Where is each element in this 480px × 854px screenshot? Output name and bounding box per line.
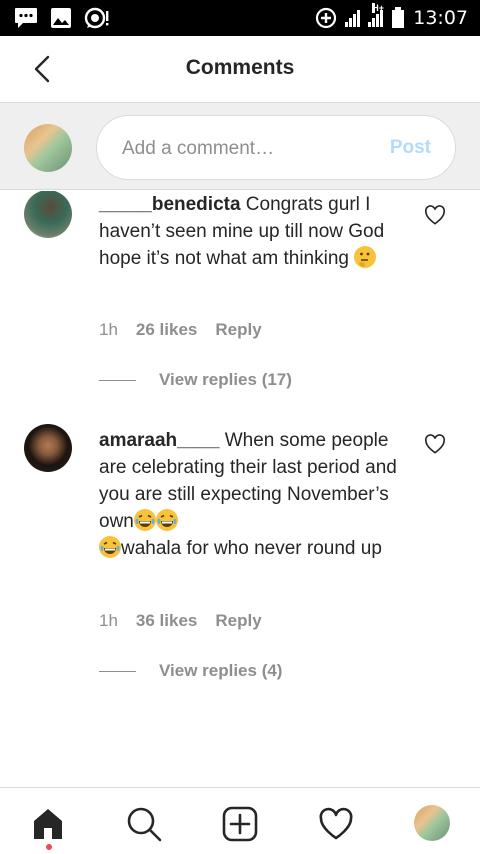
nav-activity[interactable] bbox=[316, 804, 356, 844]
comment-body: amaraah____ When some people are celebra… bbox=[99, 427, 409, 562]
comment-likes[interactable]: 36 likes bbox=[136, 611, 197, 631]
comment-meta: 1h 26 likes Reply bbox=[99, 320, 262, 340]
home-icon bbox=[34, 809, 62, 839]
notification-dot bbox=[46, 844, 52, 850]
nav-home[interactable] bbox=[28, 804, 68, 844]
view-replies-divider bbox=[99, 670, 136, 672]
post-button[interactable]: Post bbox=[390, 137, 431, 159]
comment-username[interactable]: _____benedicta bbox=[99, 194, 241, 215]
network-type-label: H+ bbox=[372, 3, 384, 13]
reply-button[interactable]: Reply bbox=[215, 611, 261, 631]
thinking-face-emoji bbox=[354, 246, 377, 268]
avatar[interactable] bbox=[24, 424, 72, 472]
comment-timestamp: 1h bbox=[99, 611, 118, 630]
chat-icon bbox=[15, 8, 37, 28]
battery-icon bbox=[392, 7, 405, 28]
nav-new-post[interactable] bbox=[220, 804, 260, 844]
status-bar: H+ 13:07 bbox=[0, 0, 480, 36]
signal-icon-h-plus: H+ bbox=[368, 3, 384, 27]
view-replies-label: View replies (17) bbox=[159, 370, 292, 389]
comment-username[interactable]: amaraah____ bbox=[99, 430, 219, 451]
comment-text-continued: wahala for who never round up bbox=[121, 538, 382, 559]
comment-timestamp: 1h bbox=[99, 320, 118, 339]
like-heart-icon[interactable] bbox=[424, 205, 446, 225]
view-replies-label: View replies (4) bbox=[159, 661, 283, 680]
signal-icon bbox=[345, 9, 361, 27]
add-post-icon bbox=[222, 806, 258, 842]
comments-list: _____benedicta Congrats gurl I haven’t s… bbox=[0, 191, 480, 786]
grinning-face-with-tears-emoji bbox=[133, 509, 156, 531]
image-icon bbox=[51, 8, 71, 28]
comment-input-placeholder: Add a comment… bbox=[122, 138, 275, 159]
header: Comments bbox=[0, 36, 480, 102]
view-replies-button[interactable]: View replies (17) bbox=[99, 370, 292, 390]
grinning-face-with-tears-emoji bbox=[99, 536, 121, 558]
current-user-avatar bbox=[24, 124, 72, 172]
reply-button[interactable]: Reply bbox=[215, 320, 261, 340]
comment-likes[interactable]: 26 likes bbox=[136, 320, 197, 340]
comment-input[interactable]: Add a comment… Post bbox=[96, 115, 456, 180]
clock: 13:07 bbox=[413, 7, 468, 29]
comment-body: _____benedicta Congrats gurl I haven’t s… bbox=[99, 191, 409, 272]
like-heart-icon[interactable] bbox=[424, 434, 446, 454]
comment-meta: 1h 36 likes Reply bbox=[99, 611, 262, 631]
profile-avatar[interactable] bbox=[414, 805, 450, 841]
whatsapp-icon bbox=[84, 7, 109, 29]
activity-heart-icon bbox=[319, 807, 353, 840]
view-replies-divider bbox=[99, 379, 136, 381]
grinning-face-with-tears-emoji bbox=[155, 509, 178, 531]
avatar[interactable] bbox=[24, 191, 72, 238]
data-saver-icon bbox=[316, 7, 337, 29]
comment-composer: Add a comment… Post bbox=[0, 102, 480, 190]
search-icon bbox=[127, 807, 162, 842]
view-replies-button[interactable]: View replies (4) bbox=[99, 661, 282, 681]
page-title: Comments bbox=[185, 56, 295, 79]
nav-search[interactable] bbox=[124, 804, 164, 844]
bottom-nav bbox=[0, 787, 480, 854]
